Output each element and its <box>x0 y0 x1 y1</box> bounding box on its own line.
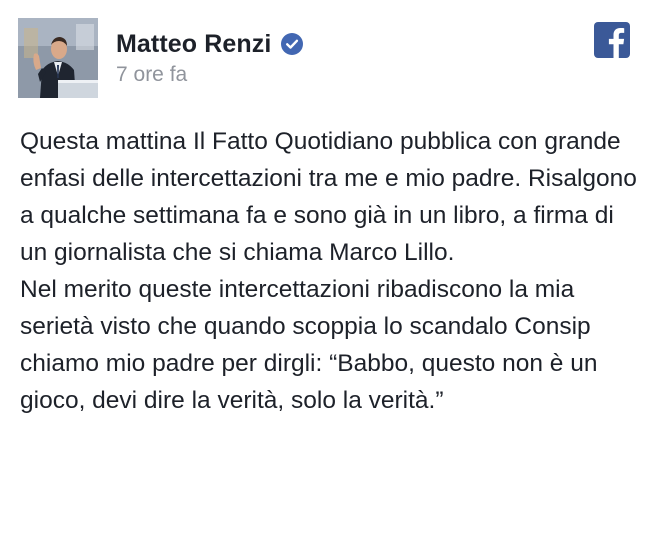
author-row: Matteo Renzi <box>116 26 304 62</box>
author-name[interactable]: Matteo Renzi <box>116 30 271 59</box>
post-paragraph: Questa mattina Il Fatto Quotidiano pubbl… <box>20 128 637 266</box>
post-body: Questa mattina Il Fatto Quotidiano pubbl… <box>20 123 645 419</box>
post-timestamp[interactable]: 7 ore fa <box>116 63 187 87</box>
verified-badge-icon <box>281 33 304 55</box>
facebook-icon <box>594 22 630 58</box>
post-paragraph: Nel merito queste intercettazioni ribadi… <box>20 276 598 414</box>
avatar[interactable] <box>18 18 98 98</box>
profile-photo-icon <box>18 18 98 98</box>
facebook-post: Matteo Renzi 7 ore fa Questa mattina Il … <box>0 0 656 543</box>
